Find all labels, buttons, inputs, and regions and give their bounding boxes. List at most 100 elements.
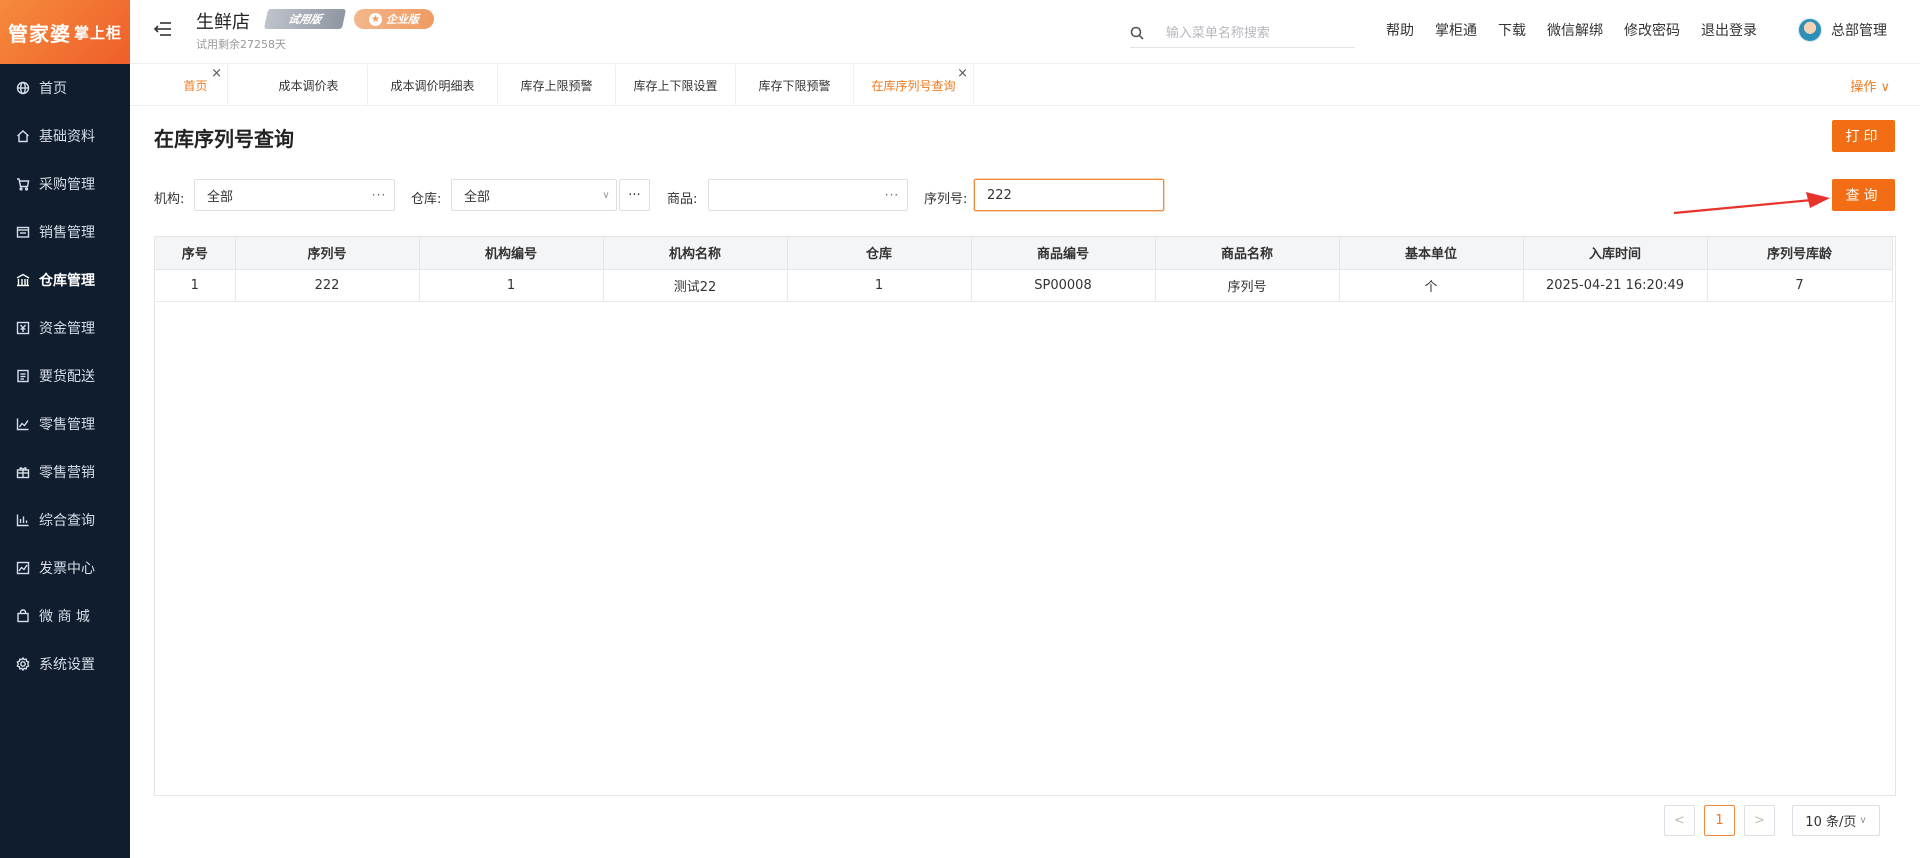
product-select[interactable]: ··· (708, 179, 908, 211)
product-label: 商品: (667, 192, 698, 207)
star-icon: ★ (369, 12, 382, 26)
sidebar-item-label: 资金管理 (39, 321, 95, 337)
sidebar-item[interactable]: 销售管理 (0, 208, 130, 256)
tab-stock-limit-settings[interactable]: 库存上下限设置 (616, 65, 736, 105)
org-value: 全部 (207, 189, 234, 205)
tab-label: 库存上限预警 (520, 78, 593, 93)
column-header: 机构名称 (603, 237, 788, 270)
enterprise-badge-label: 企业版 (386, 13, 419, 26)
sidebar-item[interactable]: 采购管理 (0, 160, 130, 208)
tab-label: 成本调价明细表 (390, 78, 475, 93)
trial-badge: 试用版 (263, 9, 347, 29)
warehouse-icon (16, 273, 30, 287)
user-name: 总部管理 (1831, 23, 1887, 39)
table-cell: 1 (419, 269, 604, 302)
next-page-button[interactable]: > (1744, 805, 1775, 836)
table-cell: SP00008 (971, 269, 1156, 302)
warehouse-more-button[interactable]: ··· (619, 179, 650, 211)
sidebar-item[interactable]: 零售管理 (0, 400, 130, 448)
print-button[interactable]: 打印 (1832, 120, 1895, 152)
tab-home[interactable]: 首页 × (164, 65, 228, 105)
column-header: 序列号库龄 (1707, 237, 1893, 270)
table-cell: 1 (787, 269, 972, 302)
more-icon[interactable]: ··· (364, 188, 394, 202)
bar-chart-icon (16, 513, 30, 527)
search-icon (1130, 26, 1146, 42)
sidebar-item-label: 发票中心 (39, 561, 95, 577)
tab-label: 首页 (183, 78, 208, 93)
chevron-down-icon: ∨ (1859, 815, 1867, 826)
tab-label: 成本调价表 (278, 78, 339, 93)
org-select[interactable]: 全部 ··· (194, 179, 395, 211)
logo-subtext: 掌上柜 (73, 23, 122, 42)
table-row[interactable]: 1 222 1 测试22 1 SP00008 序列号个 2025-04-21 16:20:49… (155, 269, 1893, 302)
page-size-select[interactable]: 10 条/页 ∨ (1792, 805, 1880, 836)
sidebar-item[interactable]: 微 商 城 (0, 592, 130, 640)
enterprise-badge: ★ 企业版 (354, 9, 434, 29)
header-link[interactable]: 下载 (1498, 20, 1526, 40)
column-header: 序列号 (235, 237, 420, 270)
gear-icon (16, 657, 30, 671)
header-link[interactable]: 帮助 (1386, 20, 1414, 40)
sidebar-item[interactable]: 综合查询 (0, 496, 130, 544)
list-icon (16, 369, 30, 383)
sidebar-item[interactable]: 首页 (0, 64, 130, 112)
top-links: 帮助 掌柜通 下载 微信解绑 修改密码 退出登录 (1386, 20, 1778, 40)
sidebar-item[interactable]: 要货配送 (0, 352, 130, 400)
money-icon (16, 321, 30, 335)
serial-input[interactable]: 222 (974, 179, 1164, 211)
tab-label: 在库序列号查询 (871, 78, 956, 93)
header-link[interactable]: 微信解绑 (1547, 20, 1603, 40)
sidebar-item-label: 采购管理 (39, 177, 95, 193)
table-cell: 测试22 (603, 269, 788, 302)
header-link[interactable]: 修改密码 (1624, 20, 1680, 40)
query-button[interactable]: 查询 (1832, 179, 1895, 211)
more-icon: ··· (628, 187, 641, 203)
close-icon[interactable]: × (211, 67, 222, 80)
user-menu[interactable]: 总部管理 (1798, 18, 1887, 42)
tab-bar: 首页 × 成本调价表 成本调价明细表 库存上限预警 库存上下限设置 库存下限预警… (130, 65, 1920, 106)
column-header: 序号 (155, 237, 236, 270)
warehouse-select[interactable]: 全部 ∨ (451, 179, 617, 211)
table-cell: 1 (155, 269, 236, 302)
more-icon[interactable]: ··· (877, 188, 907, 202)
sidebar: 管家婆 掌上柜 首页基础资料采购管理销售管理 仓库管理资金管理要货配送 零售管理零售… (0, 0, 130, 858)
close-icon[interactable]: × (957, 67, 968, 80)
cart-icon (16, 177, 30, 191)
sidebar-item[interactable]: 仓库管理 (0, 256, 130, 304)
column-header: 基本单位 (1339, 237, 1524, 270)
trial-remaining: 试用剩余27258天 (196, 38, 286, 51)
tab-operations-menu[interactable]: 操作 ∨ (1850, 76, 1890, 95)
column-header: 机构编号 (419, 237, 604, 270)
sidebar-menu: 首页基础资料采购管理销售管理 仓库管理资金管理要货配送 零售管理零售营销综合查询发票… (0, 64, 130, 688)
sidebar-item[interactable]: 零售营销 (0, 448, 130, 496)
tab-serial-query[interactable]: 在库序列号查询 × (854, 65, 974, 105)
logo-text: 管家婆 (7, 21, 71, 46)
sidebar-item[interactable]: 资金管理 (0, 304, 130, 352)
bag-icon (16, 609, 30, 623)
gift-icon (16, 465, 30, 479)
tab-cost-adjust[interactable]: 成本调价表 (250, 65, 368, 105)
header-link[interactable]: 退出登录 (1701, 20, 1757, 40)
menu-search-input[interactable] (1165, 26, 1355, 41)
table-cell: 序列号 (1155, 269, 1340, 302)
prev-page-button[interactable]: < (1664, 805, 1695, 836)
sidebar-item-label: 首页 (39, 81, 67, 97)
sidebar-item[interactable]: 发票中心 (0, 544, 130, 592)
sidebar-item-label: 微 商 城 (39, 609, 90, 625)
tab-stock-lower-alert[interactable]: 库存下限预警 (736, 65, 854, 105)
home-icon (16, 129, 30, 143)
header-link[interactable]: 掌柜通 (1435, 20, 1477, 40)
sidebar-item-label: 系统设置 (39, 657, 95, 673)
sidebar-item[interactable]: 系统设置 (0, 640, 130, 688)
menu-toggle-icon[interactable] (153, 20, 172, 38)
tab-stock-upper-alert[interactable]: 库存上限预警 (498, 65, 616, 105)
table-cell: 222 (235, 269, 420, 302)
sidebar-item[interactable]: 基础资料 (0, 112, 130, 160)
page-number[interactable]: 1 (1704, 805, 1735, 836)
tab-cost-adjust-detail[interactable]: 成本调价明细表 (368, 65, 498, 105)
menu-search (1130, 20, 1355, 48)
chevron-down-icon: ∨ (602, 189, 610, 201)
column-header: 仓库 (787, 237, 972, 270)
sidebar-item-label: 零售营销 (39, 465, 95, 481)
